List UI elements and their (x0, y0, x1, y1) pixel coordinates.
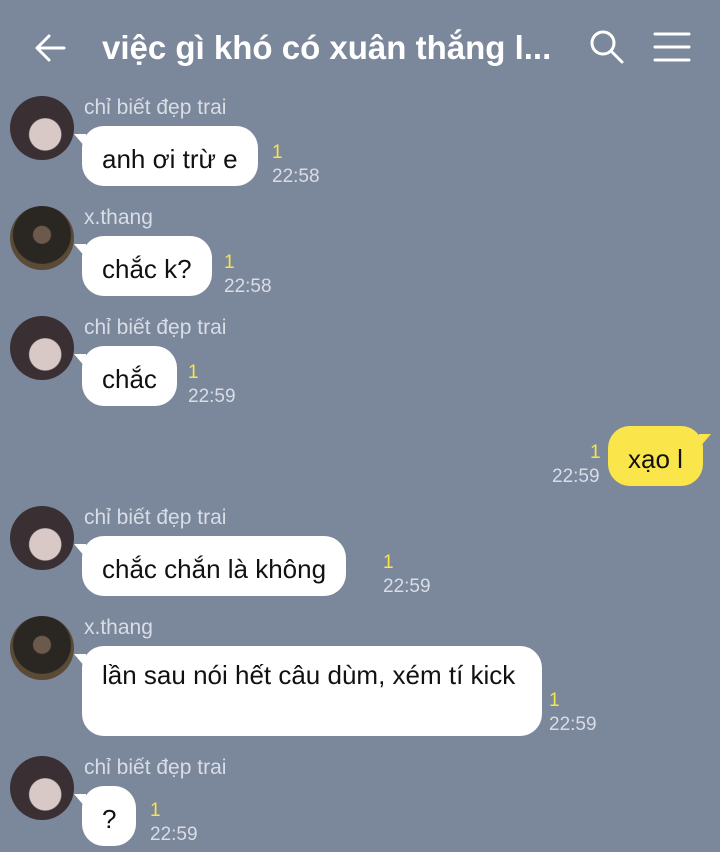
search-button[interactable] (588, 28, 626, 66)
back-button[interactable] (30, 28, 70, 68)
message-bubble[interactable]: anh ơi trừ e (74, 126, 258, 186)
message-time: 22:59 (383, 576, 431, 597)
unread-count: 1 (272, 142, 283, 163)
chat-header: việc gì khó có xuân thắng l... (0, 0, 720, 92)
message-time: 22:59 (188, 386, 236, 407)
message-bubble[interactable]: lần sau nói hết câu dùm, xém tí kick (74, 646, 542, 736)
search-icon (590, 30, 624, 64)
sender-name: chỉ biết đẹp trai (84, 506, 227, 529)
message-time: 22:59 (150, 824, 198, 845)
message-bubble[interactable]: ? (73, 786, 137, 846)
message-bubble-outgoing[interactable]: xạo l (608, 426, 711, 486)
message-time: 22:59 (549, 714, 597, 735)
unread-count: 1 (590, 442, 601, 463)
sender-name: chỉ biết đẹp trai (84, 316, 227, 339)
hamburger-menu-icon (653, 32, 691, 62)
sender-name: x.thang (84, 206, 153, 229)
avatar[interactable] (10, 316, 74, 380)
avatar[interactable] (10, 206, 74, 270)
message-time: 22:58 (224, 276, 272, 297)
avatar[interactable] (10, 96, 74, 160)
sender-name: x.thang (84, 616, 153, 639)
unread-count: 1 (150, 800, 161, 821)
avatar[interactable] (10, 506, 74, 570)
sender-name: chỉ biết đẹp trai (84, 756, 227, 779)
arrow-left-icon (35, 34, 66, 62)
chat-title: việc gì khó có xuân thắng l... (102, 29, 552, 66)
unread-count: 1 (549, 690, 560, 711)
unread-count: 1 (383, 552, 394, 573)
message-bubble[interactable]: chắc (74, 346, 177, 406)
sender-name: chỉ biết đẹp trai (84, 96, 227, 119)
message-bubble[interactable]: chắc chắn là không (73, 536, 347, 596)
unread-count: 1 (188, 362, 199, 383)
message-time: 22:58 (272, 166, 320, 187)
message-time: 22:59 (552, 466, 600, 487)
unread-count: 1 (224, 252, 235, 273)
message-bubble[interactable]: chắc k? (74, 236, 212, 296)
avatar[interactable] (10, 756, 74, 820)
avatar[interactable] (10, 616, 74, 680)
menu-button[interactable] (652, 30, 692, 64)
